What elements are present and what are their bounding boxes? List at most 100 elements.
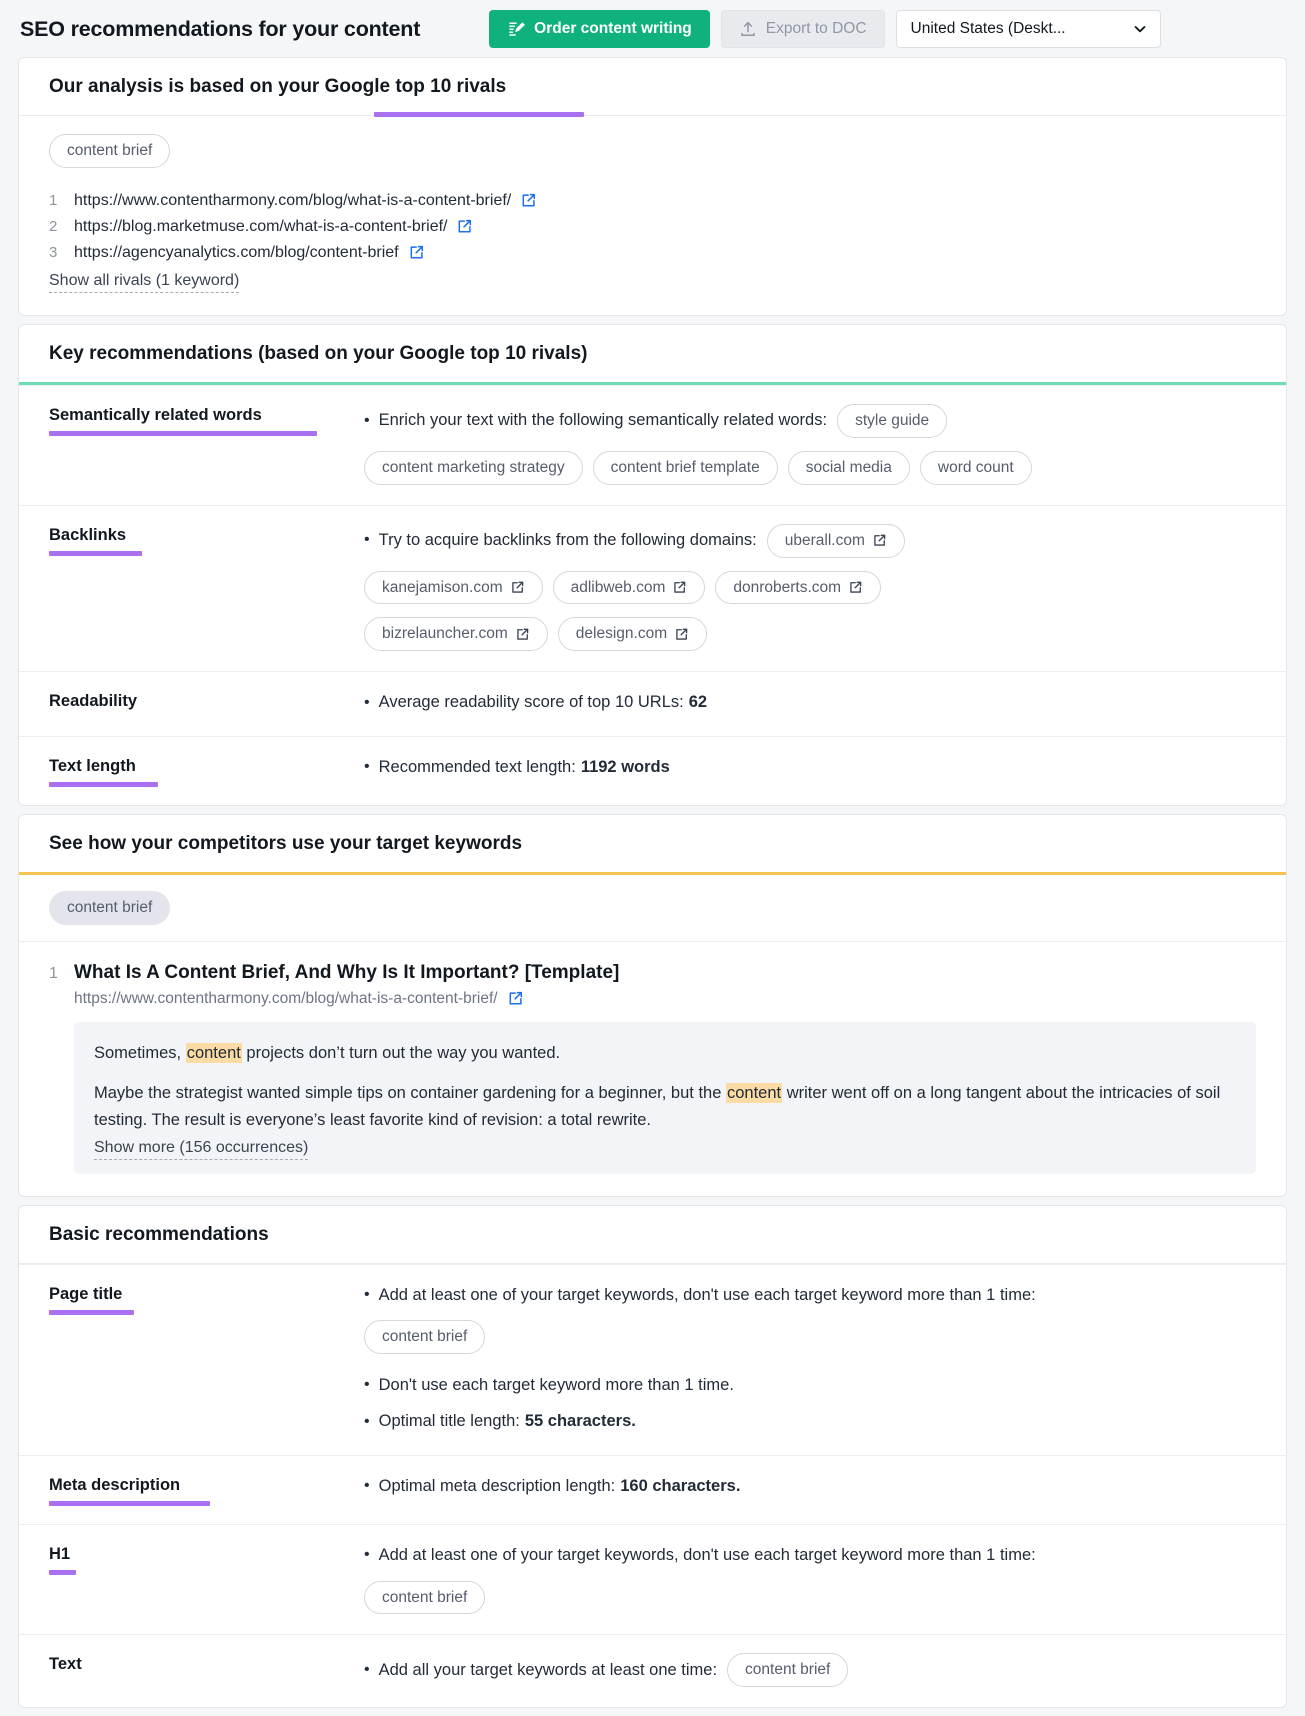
show-all-rivals-link[interactable]: Show all rivals (1 keyword) bbox=[49, 270, 240, 294]
label-underline bbox=[49, 1570, 76, 1576]
related-word-pill[interactable]: content brief template bbox=[592, 451, 778, 485]
snippet-paragraph: Maybe the strategist wanted simple tips … bbox=[94, 1080, 1236, 1133]
recommendation-label-text: Text bbox=[49, 1655, 82, 1674]
show-more-occurrences-link[interactable]: Show more (156 occurrences) bbox=[94, 1137, 309, 1161]
device-location-select[interactable]: United States (Deskt... bbox=[895, 10, 1161, 48]
recommendation-content: Add at least one of your target keywords… bbox=[364, 1283, 1264, 1438]
list-item: 3 https://agencyanalytics.com/blog/conte… bbox=[49, 240, 1256, 266]
recommendation-content: Optimal meta description length: 160 cha… bbox=[364, 1474, 1264, 1502]
rivals-card-body: content brief 1 https://www.contentharmo… bbox=[19, 116, 1286, 315]
optimal-title-length-value: 55 characters. bbox=[524, 1412, 636, 1431]
optimal-meta-length-text: Optimal meta description length: bbox=[378, 1477, 616, 1496]
rivals-title-underline bbox=[374, 112, 584, 117]
text-length-value: 1192 words bbox=[580, 757, 670, 776]
basic-recommendations-title: Basic recommendations bbox=[49, 1223, 269, 1245]
competitor-result-url[interactable]: https://www.contentharmony.com/blog/what… bbox=[74, 990, 524, 1008]
rival-index: 3 bbox=[49, 243, 58, 261]
snippet-text: projects don’t turn out the way you want… bbox=[241, 1043, 561, 1062]
backlink-domain-pill[interactable]: delesign.com bbox=[557, 617, 708, 652]
backlink-domain-label: delesign.com bbox=[575, 625, 668, 643]
rival-url-text: https://agencyanalytics.com/blog/content… bbox=[74, 243, 399, 261]
recommendation-line-text: Optimal meta description length: 160 cha… bbox=[364, 1474, 741, 1500]
keyword-pill[interactable]: content brief bbox=[364, 1320, 486, 1354]
related-word-pill[interactable]: word count bbox=[919, 451, 1032, 485]
recommendation-lead-text: Enrich your text with the following sema… bbox=[364, 408, 827, 434]
related-word-pill[interactable]: content marketing strategy bbox=[364, 451, 583, 485]
rivals-card-header: Our analysis is based on your Google top… bbox=[19, 58, 1286, 117]
related-word-pill[interactable]: style guide bbox=[837, 404, 948, 439]
recommendation-label-text: Page title bbox=[49, 1284, 123, 1303]
keyword-highlight: content bbox=[185, 1042, 242, 1063]
recommendation-label: Meta description bbox=[49, 1474, 364, 1507]
related-word-pill[interactable]: social media bbox=[787, 451, 910, 485]
list-item: 1 https://www.contentharmony.com/blog/wh… bbox=[49, 188, 1256, 214]
recommendation-label-text: Semantically related words bbox=[49, 406, 262, 425]
recommendation-content: Recommended text length: 1192 words bbox=[364, 755, 1264, 783]
recommendation-content: Add all your target keywords at least on… bbox=[364, 1653, 1264, 1689]
competitor-result-item: 1 What Is A Content Brief, And Why Is It… bbox=[19, 942, 1286, 1196]
rival-url-text: https://www.contentharmony.com/blog/what… bbox=[74, 191, 512, 209]
recommendation-line-text: Optimal title length: 55 characters. bbox=[364, 1409, 636, 1435]
backlink-domain-label: bizrelauncher.com bbox=[382, 625, 508, 643]
rival-url[interactable]: https://agencyanalytics.com/blog/content… bbox=[74, 244, 425, 262]
recommendation-content: Enrich your text with the following sema… bbox=[364, 404, 1264, 487]
backlink-domain-label: adlibweb.com bbox=[570, 578, 666, 596]
compose-icon bbox=[507, 20, 526, 38]
snippet-text: Sometimes, bbox=[94, 1043, 186, 1062]
external-link-icon[interactable] bbox=[520, 192, 537, 209]
snippet-text: Maybe the strategist wanted simple tips … bbox=[94, 1084, 726, 1103]
backlink-domain-pill[interactable]: donroberts.com bbox=[715, 570, 882, 605]
external-link-icon[interactable] bbox=[456, 218, 473, 235]
upload-icon bbox=[739, 20, 757, 38]
rival-url[interactable]: https://www.contentharmony.com/blog/what… bbox=[74, 192, 537, 210]
backlink-domain-pill[interactable]: adlibweb.com bbox=[552, 570, 706, 605]
label-underline bbox=[49, 431, 317, 437]
chevron-down-icon bbox=[1132, 21, 1148, 37]
recommendation-label-text: H1 bbox=[49, 1545, 71, 1564]
recommendation-line-text: Add at least one of your target keywords… bbox=[364, 1543, 1036, 1569]
backlink-domain-pill[interactable]: kanejamison.com bbox=[364, 570, 543, 605]
competitors-card: See how your competitors use your target… bbox=[18, 813, 1287, 1197]
external-link-icon[interactable] bbox=[408, 244, 425, 261]
backlink-domain-label: donroberts.com bbox=[733, 578, 842, 596]
key-recommendations-header: Key recommendations (based on your Googl… bbox=[19, 325, 1286, 386]
keyword-pill[interactable]: content brief bbox=[727, 1653, 849, 1688]
export-to-doc-button[interactable]: Export to DOC bbox=[720, 10, 885, 48]
keyword-pill[interactable]: content brief bbox=[49, 890, 171, 925]
recommendation-content: Add at least one of your target keywords… bbox=[364, 1543, 1264, 1616]
rival-url-text: https://blog.marketmuse.com/what-is-a-co… bbox=[74, 217, 448, 235]
label-underline bbox=[49, 781, 158, 787]
snippet-paragraph: Sometimes, content projects don’t turn o… bbox=[94, 1040, 1236, 1067]
recommendation-row-text-length: Text length Recommended text length: 119… bbox=[19, 735, 1286, 805]
rival-index: 1 bbox=[49, 191, 58, 209]
basic-recommendations-card: Basic recommendations Page title Add at … bbox=[18, 1204, 1287, 1709]
backlink-domain-pill[interactable]: bizrelauncher.com bbox=[364, 617, 548, 652]
text-length-text: Recommended text length: bbox=[378, 757, 576, 776]
external-link-icon[interactable] bbox=[507, 990, 524, 1007]
recommendation-line-text: Add at least one of your target keywords… bbox=[364, 1283, 1036, 1309]
keyword-pill[interactable]: content brief bbox=[49, 134, 171, 168]
recommendation-label: Backlinks bbox=[49, 524, 364, 556]
basic-row-text: Text Add all your target keywords at lea… bbox=[19, 1634, 1286, 1707]
competitor-result-title[interactable]: What Is A Content Brief, And Why Is It I… bbox=[74, 962, 1256, 984]
recommendation-row-backlinks: Backlinks Try to acquire backlinks from … bbox=[19, 504, 1286, 671]
list-item: 2 https://blog.marketmuse.com/what-is-a-… bbox=[49, 214, 1256, 240]
competitor-snippet: Sometimes, content projects don’t turn o… bbox=[74, 1021, 1256, 1174]
rival-url[interactable]: https://blog.marketmuse.com/what-is-a-co… bbox=[74, 218, 473, 236]
order-content-writing-button[interactable]: Order content writing bbox=[489, 10, 710, 48]
export-to-doc-label: Export to DOC bbox=[765, 20, 867, 37]
recommendation-label: Text bbox=[49, 1653, 364, 1674]
optimal-meta-length-value: 160 characters. bbox=[620, 1477, 741, 1496]
competitor-index: 1 bbox=[49, 964, 58, 982]
page-toolbar: SEO recommendations for your content Ord… bbox=[0, 0, 1305, 57]
optimal-title-length-text: Optimal title length: bbox=[378, 1412, 520, 1431]
recommendation-lead-text: Average readability score of top 10 URLs… bbox=[364, 690, 707, 716]
keyword-pill[interactable]: content brief bbox=[364, 1580, 486, 1615]
basic-recommendations-header: Basic recommendations bbox=[19, 1206, 1286, 1264]
basic-row-page-title: Page title Add at least one of your targ… bbox=[19, 1263, 1286, 1456]
recommendation-label: Text length bbox=[49, 755, 364, 787]
backlink-domain-pill[interactable]: uberall.com bbox=[766, 523, 905, 558]
rivals-list: 1 https://www.contentharmony.com/blog/wh… bbox=[49, 188, 1256, 294]
recommendation-lead-text: Recommended text length: 1192 words bbox=[364, 755, 670, 781]
recommendation-label: Page title bbox=[49, 1283, 364, 1315]
